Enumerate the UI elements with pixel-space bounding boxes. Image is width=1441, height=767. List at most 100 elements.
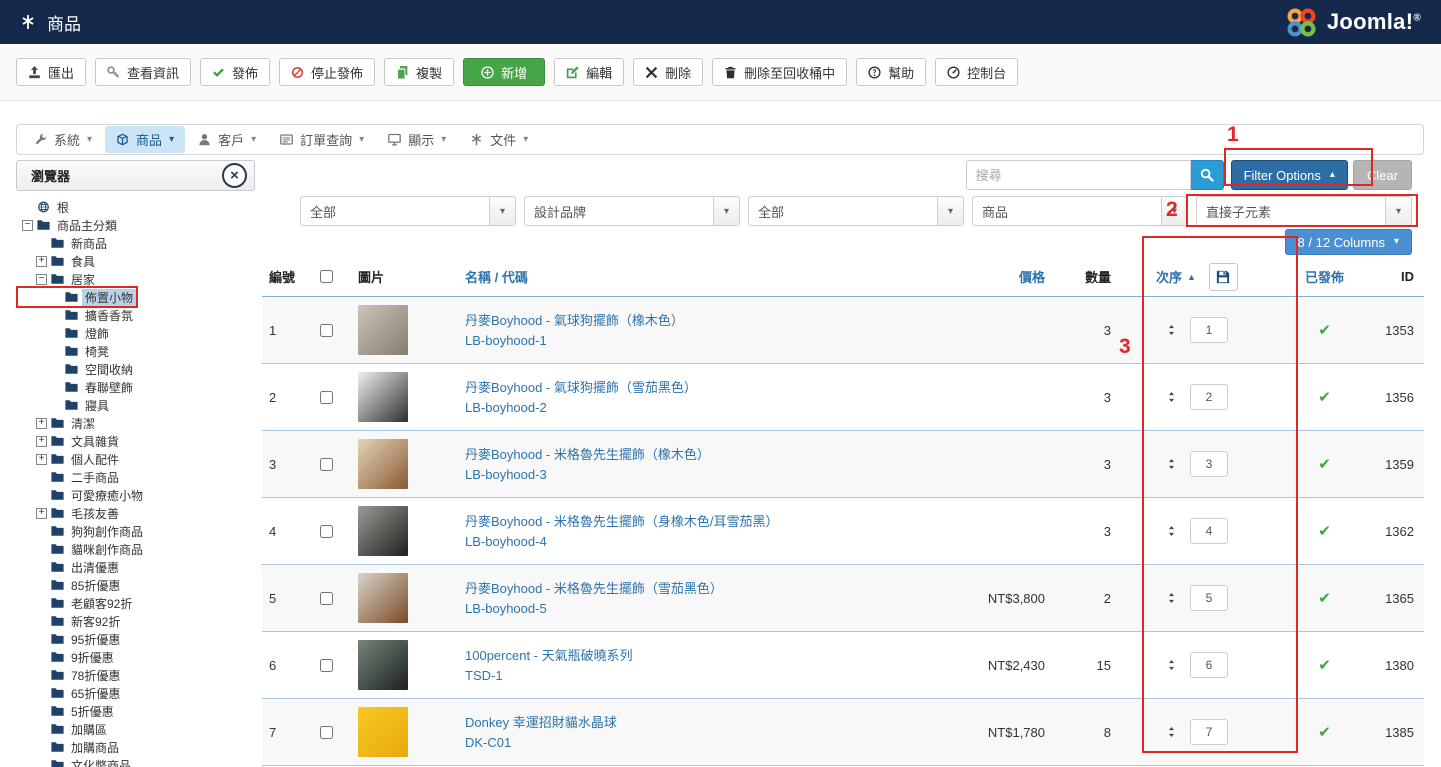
- category-label[interactable]: 85折優惠: [68, 577, 123, 594]
- category-label[interactable]: 佈置小物: [82, 289, 136, 306]
- tree-item[interactable]: 寢具: [18, 396, 112, 414]
- tree-expander-icon[interactable]: +: [36, 418, 47, 429]
- filter-select[interactable]: 全部 ▾: [748, 196, 964, 226]
- category-label[interactable]: 78折優惠: [68, 667, 123, 684]
- row-checkbox[interactable]: [320, 659, 333, 672]
- product-image[interactable]: [358, 439, 408, 489]
- search-button[interactable]: [1191, 160, 1224, 190]
- toolbar-button[interactable]: 發佈: [200, 58, 270, 86]
- category-label[interactable]: 65折優惠: [68, 685, 123, 702]
- filter-select[interactable]: 設計品牌 ▾: [524, 196, 740, 226]
- save-order-button[interactable]: [1209, 263, 1238, 291]
- product-name-link[interactable]: 丹麥Boyhood - 米格魯先生擺飾（身橡木色/耳雪茄黑）: [465, 513, 779, 530]
- published-check-icon[interactable]: ✔: [1318, 656, 1331, 674]
- filter-select[interactable]: 全部 ▾: [300, 196, 516, 226]
- drag-reorder-icon[interactable]: [1166, 591, 1177, 605]
- category-label[interactable]: 貓咪創作商品: [68, 541, 146, 558]
- category-label[interactable]: 5折優惠: [68, 703, 117, 720]
- tree-item[interactable]: 椅凳: [18, 342, 112, 360]
- chevron-down-icon[interactable]: ▾: [937, 197, 963, 225]
- order-input[interactable]: [1190, 719, 1228, 745]
- tree-item[interactable]: + 個人配件: [18, 450, 122, 468]
- order-input[interactable]: [1190, 384, 1228, 410]
- tree-item[interactable]: 燈飾: [18, 324, 112, 342]
- tree-item[interactable]: − 居家: [18, 270, 98, 288]
- product-sku-link[interactable]: LB-boyhood-3: [465, 466, 547, 483]
- tree-item[interactable]: 春聯壁飾: [18, 378, 136, 396]
- product-sku-link[interactable]: LB-boyhood-4: [465, 533, 547, 550]
- toolbar-button[interactable]: 查看資訊: [95, 58, 191, 86]
- product-image[interactable]: [358, 305, 408, 355]
- toolbar-button[interactable]: 新增: [463, 58, 545, 86]
- product-image[interactable]: [358, 707, 408, 757]
- product-image[interactable]: [358, 640, 408, 690]
- menu-item[interactable]: 客戶 ▾: [187, 126, 267, 153]
- category-label[interactable]: 狗狗創作商品: [68, 523, 146, 540]
- tree-item[interactable]: 佈置小物: [18, 288, 136, 306]
- toolbar-button[interactable]: 刪除: [633, 58, 703, 86]
- category-label[interactable]: 加購商品: [68, 739, 122, 756]
- tree-expander-icon[interactable]: +: [36, 256, 47, 267]
- tree-item[interactable]: 老顧客92折: [18, 594, 135, 612]
- header-id[interactable]: ID: [1372, 269, 1424, 284]
- order-input[interactable]: [1190, 451, 1228, 477]
- tree-item[interactable]: 二手商品: [18, 468, 122, 486]
- tree-item[interactable]: 65折優惠: [18, 684, 123, 702]
- row-checkbox[interactable]: [320, 458, 333, 471]
- tree-item[interactable]: − 商品主分類: [18, 216, 120, 234]
- category-label[interactable]: 商品主分類: [54, 217, 120, 234]
- product-name-link[interactable]: 丹麥Boyhood - 米格魯先生擺飾（雪茄黑色）: [465, 580, 723, 597]
- tree-item[interactable]: 文化幣商品: [18, 756, 134, 767]
- category-label[interactable]: 毛孩友善: [68, 505, 122, 522]
- product-name-link[interactable]: 丹麥Boyhood - 氣球狗擺飾（雪茄黑色）: [465, 379, 697, 396]
- category-label[interactable]: 老顧客92折: [68, 595, 135, 612]
- category-label[interactable]: 9折優惠: [68, 649, 117, 666]
- filter-select[interactable]: 直接子元素 ▾: [1196, 196, 1412, 226]
- chevron-down-icon[interactable]: ▾: [1161, 197, 1187, 225]
- toolbar-button[interactable]: 幫助: [856, 58, 926, 86]
- tree-expander-icon[interactable]: +: [36, 436, 47, 447]
- drag-reorder-icon[interactable]: [1166, 524, 1177, 538]
- tree-expander-icon[interactable]: −: [22, 220, 33, 231]
- tree-item[interactable]: 78折優惠: [18, 666, 123, 684]
- category-label[interactable]: 寢具: [82, 397, 112, 414]
- order-input[interactable]: [1190, 652, 1228, 678]
- order-input[interactable]: [1190, 585, 1228, 611]
- close-browser-icon[interactable]: ×: [222, 163, 247, 188]
- tree-expander-icon[interactable]: +: [36, 508, 47, 519]
- tree-item[interactable]: 新商品: [18, 234, 110, 252]
- tree-expander-icon[interactable]: −: [36, 274, 47, 285]
- tree-item[interactable]: 95折優惠: [18, 630, 123, 648]
- menu-item[interactable]: 文件 ▾: [459, 126, 539, 153]
- category-label[interactable]: 文具雜貨: [68, 433, 122, 450]
- drag-reorder-icon[interactable]: [1166, 725, 1177, 739]
- tree-item[interactable]: 貓咪創作商品: [18, 540, 146, 558]
- category-label[interactable]: 根: [54, 199, 72, 216]
- category-label[interactable]: 二手商品: [68, 469, 122, 486]
- category-label[interactable]: 出清優惠: [68, 559, 122, 576]
- tree-expander-icon[interactable]: +: [36, 454, 47, 465]
- product-image[interactable]: [358, 372, 408, 422]
- columns-button[interactable]: 8 / 12 Columns ▾: [1285, 229, 1412, 255]
- chevron-down-icon[interactable]: ▾: [489, 197, 515, 225]
- published-check-icon[interactable]: ✔: [1318, 723, 1331, 741]
- category-label[interactable]: 居家: [68, 271, 98, 288]
- tree-item[interactable]: 擴香香氛: [18, 306, 136, 324]
- published-check-icon[interactable]: ✔: [1318, 455, 1331, 473]
- tree-item[interactable]: + 文具雜貨: [18, 432, 122, 450]
- header-name-sort[interactable]: 名稱 / 代碼: [453, 267, 935, 286]
- order-input[interactable]: [1190, 518, 1228, 544]
- tree-item[interactable]: 可愛療癒小物: [18, 486, 146, 504]
- tree-item[interactable]: 出清優惠: [18, 558, 122, 576]
- tree-item[interactable]: 狗狗創作商品: [18, 522, 146, 540]
- toolbar-button[interactable]: 匯出: [16, 58, 86, 86]
- header-qty[interactable]: 數量: [1045, 267, 1117, 286]
- chevron-down-icon[interactable]: ▾: [713, 197, 739, 225]
- row-checkbox[interactable]: [320, 726, 333, 739]
- menu-item[interactable]: 訂單查詢 ▾: [269, 126, 375, 153]
- category-label[interactable]: 文化幣商品: [68, 757, 134, 767]
- product-sku-link[interactable]: DK-C01: [465, 734, 511, 751]
- category-label[interactable]: 擴香香氛: [82, 307, 136, 324]
- tree-item[interactable]: 5折優惠: [18, 702, 117, 720]
- drag-reorder-icon[interactable]: [1166, 658, 1177, 672]
